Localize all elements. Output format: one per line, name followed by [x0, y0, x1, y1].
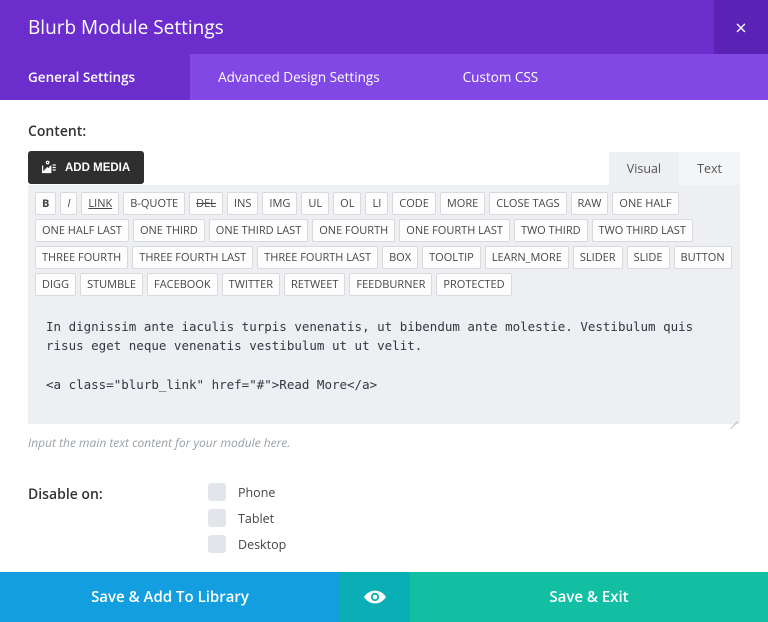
toolbar-button-code[interactable]: CODE [392, 192, 436, 215]
disable-on-options: Phone Tablet Desktop This will disable t… [208, 483, 458, 568]
toolbar-button-one-third[interactable]: ONE THIRD [133, 219, 205, 242]
editor-wrap: Visual Text BILINKB-QUOTEDELINSIMGULOLLI… [28, 152, 740, 424]
content-hint: Input the main text content for your mod… [28, 434, 740, 451]
toolbar-button-learn-more[interactable]: LEARN_MORE [485, 246, 569, 269]
toolbar-button-two-third-last[interactable]: TWO THIRD LAST [592, 219, 693, 242]
close-button[interactable]: × [714, 0, 768, 54]
toolbar-button-img[interactable]: IMG [262, 192, 297, 215]
modal-title: Blurb Module Settings [0, 14, 714, 40]
toolbar-button-button[interactable]: BUTTON [674, 246, 732, 269]
add-media-icon [42, 160, 57, 175]
toolbar-button-b[interactable]: B [35, 192, 56, 215]
content-label: Content: [28, 122, 740, 141]
disable-on-label: Disable on: [28, 483, 208, 568]
content-textarea[interactable]: In dignissim ante iaculis turpis venenat… [28, 299, 740, 424]
toolbar-button-retweet[interactable]: RETWEET [284, 273, 345, 296]
checkbox-label: Tablet [238, 510, 274, 527]
toolbar-button-stumble[interactable]: STUMBLE [80, 273, 143, 296]
toolbar-button-slider[interactable]: SLIDER [573, 246, 623, 269]
toolbar-button-i[interactable]: I [60, 192, 77, 215]
resize-handle[interactable] [728, 412, 738, 422]
disable-on-hint: This will disable the module on selected… [208, 567, 458, 568]
toolbar-button-one-half[interactable]: ONE HALF [612, 192, 678, 215]
toolbar-button-one-half-last[interactable]: ONE HALF LAST [35, 219, 129, 242]
toolbar-button-ins[interactable]: INS [227, 192, 258, 215]
toolbar-button-feedburner[interactable]: FEEDBURNER [349, 273, 432, 296]
toolbar-button-three-fourth[interactable]: THREE FOURTH [35, 246, 128, 269]
toolbar-button-tooltip[interactable]: TOOLTIP [422, 246, 481, 269]
toolbar-button-more[interactable]: MORE [440, 192, 485, 215]
eye-icon [364, 586, 386, 608]
add-media-label: ADD MEDIA [65, 162, 130, 174]
save-and-exit-button[interactable]: Save & Exit [410, 572, 768, 622]
toolbar-button-ol[interactable]: OL [333, 192, 361, 215]
toolbar-button-b-quote[interactable]: B-QUOTE [123, 192, 185, 215]
modal-header: Blurb Module Settings × [0, 0, 768, 54]
checkbox-tablet[interactable] [208, 509, 226, 527]
disable-option-phone: Phone [208, 483, 458, 501]
toolbar-button-ul[interactable]: UL [301, 192, 329, 215]
toolbar-button-two-third[interactable]: TWO THIRD [514, 219, 588, 242]
save-add-to-library-button[interactable]: Save & Add To Library [0, 572, 340, 622]
checkbox-label: Phone [238, 484, 275, 501]
toolbar-button-facebook[interactable]: FACEBOOK [147, 273, 218, 296]
checkbox-desktop[interactable] [208, 535, 226, 553]
tab-general-settings[interactable]: General Settings [0, 54, 190, 100]
toolbar-button-twitter[interactable]: TWITTER [222, 273, 280, 296]
toolbar-button-three-fourth-last[interactable]: THREE FOURTH LAST [132, 246, 253, 269]
toolbar-button-box[interactable]: BOX [382, 246, 418, 269]
toolbar-button-link[interactable]: LINK [81, 192, 119, 215]
disable-option-desktop: Desktop [208, 535, 458, 553]
toolbar-button-one-third-last[interactable]: ONE THIRD LAST [209, 219, 308, 242]
checkbox-label: Desktop [238, 536, 286, 553]
close-icon: × [735, 14, 746, 41]
view-tab-visual[interactable]: Visual [609, 152, 679, 185]
modal-body: Content: ADD MEDIA Visual Text BILINKB-Q… [0, 100, 768, 568]
editor-text-line: In dignissim ante iaculis turpis venenat… [46, 317, 722, 356]
disable-option-tablet: Tablet [208, 509, 458, 527]
preview-button[interactable] [340, 572, 410, 622]
toolbar-button-del[interactable]: DEL [189, 192, 223, 215]
modal-footer: Save & Add To Library Save & Exit [0, 572, 768, 622]
editor-text-line: <a class="blurb_link" href="#">Read More… [46, 375, 722, 394]
add-media-button[interactable]: ADD MEDIA [28, 151, 144, 184]
settings-tabs: General Settings Advanced Design Setting… [0, 54, 768, 100]
checkbox-phone[interactable] [208, 483, 226, 501]
toolbar-button-raw[interactable]: RAW [571, 192, 609, 215]
toolbar-button-slide[interactable]: SLIDE [627, 246, 670, 269]
toolbar-button-li[interactable]: LI [365, 192, 388, 215]
toolbar-button-digg[interactable]: DIGG [35, 273, 76, 296]
editor-toolbar: BILINKB-QUOTEDELINSIMGULOLLICODEMORECLOS… [28, 185, 740, 299]
toolbar-button-protected[interactable]: PROTECTED [436, 273, 511, 296]
view-tab-text[interactable]: Text [679, 152, 740, 185]
disable-on-block: Disable on: Phone Tablet Desktop This wi… [28, 483, 740, 568]
toolbar-button-one-fourth[interactable]: ONE FOURTH [312, 219, 395, 242]
toolbar-button-close-tags[interactable]: CLOSE TAGS [489, 192, 566, 215]
toolbar-button-three-fourth-last[interactable]: THREE FOURTH LAST [257, 246, 378, 269]
toolbar-button-one-fourth-last[interactable]: ONE FOURTH LAST [399, 219, 510, 242]
tab-advanced-design-settings[interactable]: Advanced Design Settings [190, 54, 435, 100]
tab-custom-css[interactable]: Custom CSS [435, 54, 593, 100]
